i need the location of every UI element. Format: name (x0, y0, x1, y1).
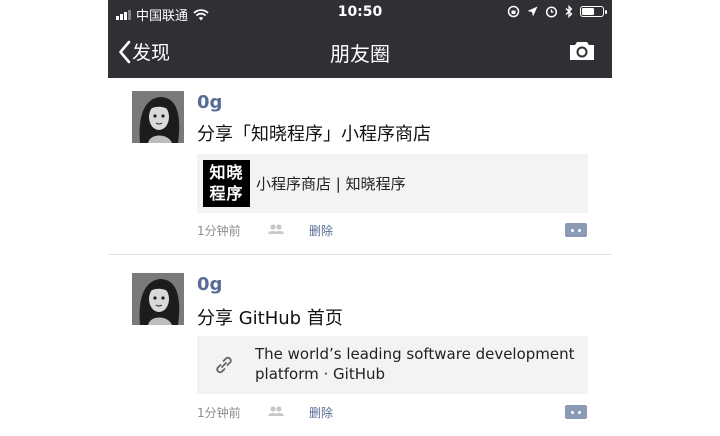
bluetooth-icon (565, 5, 573, 18)
card-title: The world’s leading software development… (255, 345, 575, 383)
shared-link-card[interactable]: The world’s leading software development… (197, 336, 588, 394)
card-thumbnail: 知晓 程序 (203, 160, 250, 207)
card-title: 小程序商店 | 知晓程序 (256, 175, 406, 193)
wechat-moments-screen: 中国联通 10:50 发现 朋友圈 0g 分享「知晓程序」小程序商店 知晓 程序… (108, 0, 612, 436)
link-icon (216, 356, 232, 374)
battery-icon (580, 6, 607, 17)
username[interactable]: 0g (197, 92, 222, 113)
post-text: 分享 GitHub 首页 (197, 308, 343, 329)
moment-post: 0g 分享「知晓程序」小程序商店 知晓 程序 小程序商店 | 知晓程序 1分钟前… (108, 78, 612, 254)
camera-button[interactable] (568, 40, 596, 66)
page-title: 朋友圈 (330, 42, 390, 66)
shared-link-card[interactable]: 知晓 程序 小程序商店 | 知晓程序 (197, 154, 588, 213)
post-divider (108, 254, 612, 255)
comment-button[interactable] (565, 223, 587, 237)
friends-icon (268, 406, 284, 416)
avatar-portrait-icon (132, 91, 184, 143)
delete-button[interactable]: 删除 (309, 222, 333, 239)
avatar[interactable] (132, 273, 184, 325)
delete-button[interactable]: 删除 (309, 404, 333, 421)
post-time: 1分钟前 (197, 224, 241, 238)
thumb-text-line2: 程序 (209, 184, 244, 203)
status-right (507, 5, 607, 18)
visibility-icon[interactable] (267, 223, 309, 238)
comment-button[interactable] (565, 405, 587, 419)
moment-post: 0g 分享 GitHub 首页 The world’s leading soft… (108, 260, 612, 436)
post-meta: 1分钟前 删除 (197, 222, 333, 239)
post-text: 分享「知晓程序」小程序商店 (197, 124, 431, 145)
visibility-icon[interactable] (267, 405, 309, 420)
rotation-lock-icon (507, 5, 520, 18)
friends-icon (268, 224, 284, 234)
avatar-portrait-icon (132, 273, 184, 325)
post-meta: 1分钟前 删除 (197, 404, 333, 421)
navigation-bar: 发现 朋友圈 (108, 26, 612, 78)
camera-icon (570, 42, 594, 60)
thumb-text-line1: 知晓 (209, 163, 244, 182)
location-icon (527, 6, 538, 17)
alarm-icon (545, 6, 558, 18)
post-time: 1分钟前 (197, 406, 241, 420)
status-bar: 中国联通 10:50 (108, 0, 612, 26)
username[interactable]: 0g (197, 274, 222, 295)
avatar[interactable] (132, 91, 184, 143)
